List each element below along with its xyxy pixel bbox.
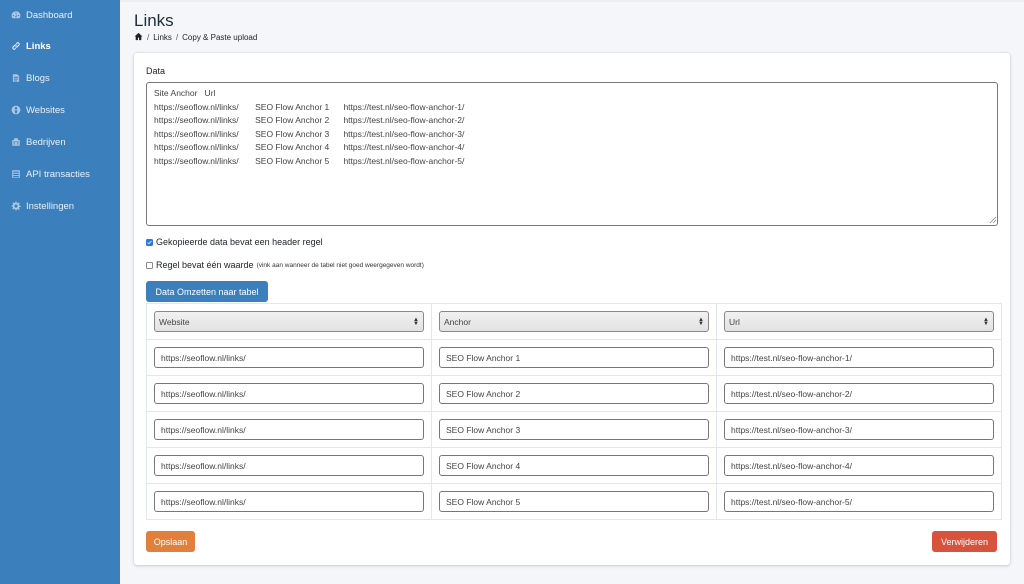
database-icon [10, 169, 21, 180]
website-input[interactable] [154, 455, 424, 476]
anchor-input[interactable] [439, 347, 709, 368]
url-input[interactable] [724, 491, 994, 512]
home-icon[interactable] [134, 32, 143, 43]
sidebar-item-api-transacties[interactable]: API transacties [0, 158, 120, 190]
blogs-icon [10, 73, 21, 84]
sidebar-item-instellingen[interactable]: Instellingen [0, 190, 120, 222]
select-arrows-icon: ▲ ▼ [698, 316, 704, 327]
save-button[interactable]: Opslaan [146, 531, 195, 552]
sidebar-item-links[interactable]: Links [0, 30, 120, 62]
dashboard-icon [10, 10, 21, 21]
table-header-row: Website ▲ ▼ Anchor ▲ ▼ Url ▲ ▼ [146, 303, 1002, 340]
single-value-checkbox-row[interactable]: Regel bevat één waarde (vink aan wanneer… [146, 260, 424, 270]
convert-to-table-button[interactable]: Data Omzetten naar tabel [146, 281, 268, 302]
url-input[interactable] [724, 455, 994, 476]
table-row [146, 339, 1002, 376]
header-row-checkbox[interactable] [146, 238, 153, 246]
column-select-value: Website [159, 316, 190, 327]
breadcrumb-item-current: Copy & Paste upload [182, 33, 258, 42]
single-value-checkbox[interactable] [146, 261, 153, 269]
topbar-divider [120, 0, 1024, 2]
sidebar-item-label: Websites [26, 104, 65, 116]
header-row-checkbox-row[interactable]: Gekopieerde data bevat een header regel [146, 237, 323, 247]
sidebar-item-label: Dashboard [26, 9, 73, 21]
breadcrumb: / Links / Copy & Paste upload [134, 32, 257, 43]
sidebar-item-label: Bedrijven [26, 136, 66, 148]
resize-grip-icon[interactable] [989, 216, 997, 224]
anchor-input[interactable] [439, 383, 709, 404]
sidebar-item-dashboard[interactable]: Dashboard [0, 0, 120, 30]
data-label: Data [146, 66, 166, 76]
table-row [146, 447, 1002, 484]
url-input[interactable] [724, 347, 994, 368]
sidebar-item-label: API transacties [26, 168, 90, 180]
sidebar-item-websites[interactable]: Websites [0, 94, 120, 126]
table-row [146, 483, 1002, 520]
data-textarea[interactable]: Site Anchor Url https://seoflow.nl/links… [146, 82, 998, 226]
sidebar-item-label: Blogs [26, 72, 50, 84]
sidebar-item-label: Links [26, 40, 51, 52]
anchor-input[interactable] [439, 455, 709, 476]
page-title: Links [134, 11, 174, 30]
sidebar-item-blogs[interactable]: Blogs [0, 62, 120, 94]
mapping-table: Website ▲ ▼ Anchor ▲ ▼ Url ▲ ▼ [146, 303, 1002, 520]
table-row [146, 411, 1002, 448]
select-arrows-icon: ▲ ▼ [413, 316, 419, 327]
sidebar: Dashboard Links Blogs Websites Bedrijven… [0, 0, 120, 584]
breadcrumb-separator: / [175, 33, 179, 42]
website-input[interactable] [154, 491, 424, 512]
select-arrows-icon: ▲ ▼ [983, 316, 989, 327]
url-input[interactable] [724, 419, 994, 440]
column-select-value: Url [729, 316, 740, 327]
table-row [146, 375, 1002, 412]
single-value-hint: (vink aan wanneer de tabel niet goed wee… [256, 261, 424, 269]
globe-icon [10, 105, 21, 116]
sidebar-item-bedrijven[interactable]: Bedrijven [0, 126, 120, 158]
column-select-anchor[interactable]: Anchor ▲ ▼ [439, 311, 709, 332]
sidebar-item-label: Instellingen [26, 200, 75, 212]
gear-icon [10, 201, 21, 212]
website-input[interactable] [154, 347, 424, 368]
column-select-website[interactable]: Website ▲ ▼ [154, 311, 424, 332]
website-input[interactable] [154, 419, 424, 440]
upload-card: Data Site Anchor Url https://seoflow.nl/… [134, 53, 1010, 565]
website-input[interactable] [154, 383, 424, 404]
breadcrumb-item-links[interactable]: Links [153, 33, 172, 42]
anchor-input[interactable] [439, 491, 709, 512]
delete-button[interactable]: Verwijderen [932, 531, 997, 552]
column-select-value: Anchor [444, 316, 471, 327]
column-select-url[interactable]: Url ▲ ▼ [724, 311, 994, 332]
anchor-input[interactable] [439, 419, 709, 440]
link-icon [10, 41, 21, 52]
header-row-checkbox-label: Gekopieerde data bevat een header regel [156, 237, 323, 247]
single-value-checkbox-label: Regel bevat één waarde [156, 260, 254, 270]
url-input[interactable] [724, 383, 994, 404]
building-icon [10, 137, 21, 148]
breadcrumb-separator: / [147, 33, 150, 42]
